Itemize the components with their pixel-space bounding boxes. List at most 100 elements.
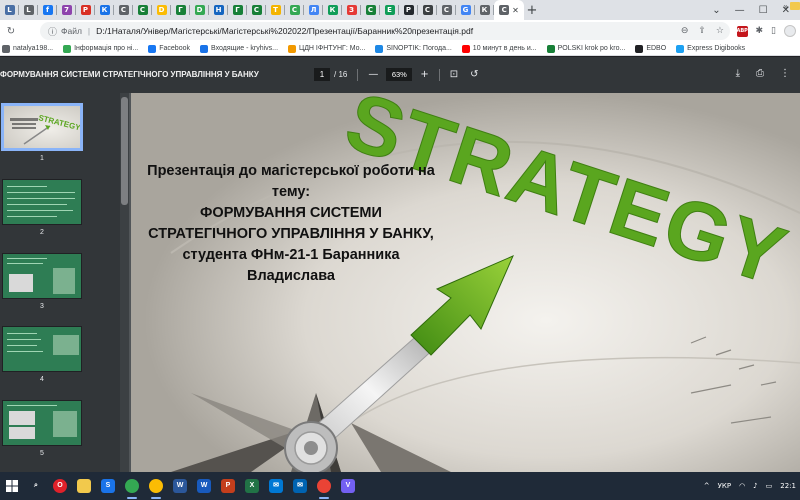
- avatar[interactable]: [784, 25, 796, 37]
- browser-tab-active[interactable]: С ✕: [494, 0, 524, 20]
- thumbnail-image[interactable]: [2, 400, 82, 446]
- taskbar-app[interactable]: S: [96, 472, 120, 500]
- browser-tab[interactable]: С: [247, 0, 266, 20]
- taskbar-app[interactable]: ⌕: [24, 472, 48, 500]
- browser-tab[interactable]: D: [152, 0, 171, 20]
- browser-tab[interactable]: L: [0, 0, 19, 20]
- bookmark-favicon-icon: [635, 44, 644, 53]
- browser-tab[interactable]: G: [456, 0, 475, 20]
- browser-tab[interactable]: D: [190, 0, 209, 20]
- browser-tab[interactable]: Г: [171, 0, 190, 20]
- thumbnail-sidebar[interactable]: STRATEGY 1 2 3 4 5: [0, 93, 120, 472]
- browser-tab[interactable]: С: [437, 0, 456, 20]
- print-icon[interactable]: ⎙: [756, 68, 764, 79]
- clock[interactable]: 22:1: [780, 482, 796, 490]
- taskbar-app[interactable]: [312, 472, 336, 500]
- bookmark-item[interactable]: EDBO: [635, 44, 666, 53]
- taskbar-app[interactable]: P: [216, 472, 240, 500]
- share-icon[interactable]: ⇪: [698, 26, 706, 36]
- zoom-out-icon[interactable]: —: [368, 69, 378, 80]
- thumbnail-image[interactable]: [2, 253, 82, 299]
- taskbar-app[interactable]: ✉: [288, 472, 312, 500]
- browser-tab[interactable]: С: [114, 0, 133, 20]
- start-button[interactable]: [0, 472, 24, 500]
- zoom-icon[interactable]: ⊖: [681, 26, 689, 36]
- browser-tab[interactable]: С: [285, 0, 304, 20]
- rotate-icon[interactable]: ↺: [470, 69, 478, 80]
- classroom-icon: C: [137, 5, 148, 15]
- browser-tab[interactable]: f: [38, 0, 57, 20]
- browser-tab[interactable]: C: [133, 0, 152, 20]
- fit-to-page-icon[interactable]: ⊡: [450, 69, 458, 80]
- thumbnail-page-5[interactable]: 5: [1, 400, 83, 457]
- taskbar-app[interactable]: O: [48, 472, 72, 500]
- browser-tab[interactable]: Л: [304, 0, 323, 20]
- extensions-icon[interactable]: ✱: [756, 26, 764, 36]
- browser-tab[interactable]: З: [342, 0, 361, 20]
- browser-tab[interactable]: Г: [228, 0, 247, 20]
- browser-tab[interactable]: L: [19, 0, 38, 20]
- bookmarks-folder-icon[interactable]: [790, 2, 800, 10]
- taskbar-app[interactable]: [72, 472, 96, 500]
- taskbar-app[interactable]: X: [240, 472, 264, 500]
- more-options-icon[interactable]: ⋮: [780, 68, 790, 79]
- thumbnail-page-4[interactable]: 4: [1, 326, 83, 383]
- taskbar-app[interactable]: W: [192, 472, 216, 500]
- browser-tab[interactable]: С: [361, 0, 380, 20]
- minimize-icon[interactable]: —: [735, 5, 745, 16]
- zoom-level-input[interactable]: 63%: [386, 68, 413, 81]
- adblock-icon[interactable]: ABP: [736, 25, 748, 37]
- battery-icon[interactable]: ▭: [766, 482, 773, 490]
- thumbnail-page-1[interactable]: STRATEGY 1: [1, 103, 83, 162]
- taskbar-app[interactable]: W: [168, 472, 192, 500]
- browser-tab[interactable]: К: [95, 0, 114, 20]
- bookmark-item[interactable]: 10 минут в день и...: [461, 44, 537, 53]
- close-tab-icon[interactable]: ✕: [512, 6, 519, 15]
- tray-chevron-icon[interactable]: ^: [704, 482, 710, 490]
- address-bar[interactable]: ⓘ Файл | D:/1Наталя/Універ/Магістерські/…: [40, 22, 730, 40]
- url-text[interactable]: D:/1Наталя/Універ/Магістерські/Магістерс…: [96, 26, 473, 36]
- bookmark-item[interactable]: ЦДН ІФНТУНГ: Мо...: [288, 44, 365, 53]
- browser-tab[interactable]: 7: [57, 0, 76, 20]
- sidebar-scrollbar-thumb[interactable]: [121, 97, 128, 205]
- browser-tab[interactable]: К: [475, 0, 494, 20]
- wifi-icon[interactable]: ◠: [739, 482, 745, 490]
- tab-search-icon[interactable]: ⌄: [712, 5, 720, 16]
- bookmarks-more-icon[interactable]: »: [784, 2, 788, 11]
- taskbar-app[interactable]: [144, 472, 168, 500]
- new-tab-button[interactable]: +: [524, 3, 540, 18]
- bookmark-item[interactable]: POLSKI krok po kro...: [546, 44, 625, 53]
- page-number-input[interactable]: 1: [314, 68, 330, 81]
- bookmark-item[interactable]: Facebook: [148, 44, 190, 53]
- taskbar-app[interactable]: ✉: [264, 472, 288, 500]
- bookmark-item[interactable]: Інформація про ні...: [63, 44, 138, 53]
- bookmark-item[interactable]: Входящие - kryhivs...: [199, 44, 278, 53]
- browser-tab[interactable]: С: [418, 0, 437, 20]
- thumbnail-page-2[interactable]: 2: [1, 179, 83, 236]
- browser-tab[interactable]: Е: [380, 0, 399, 20]
- bookmark-item[interactable]: SINOPTIK: Погода...: [375, 44, 452, 53]
- thumbnail-image[interactable]: STRATEGY: [1, 103, 83, 151]
- browser-tab[interactable]: Н: [209, 0, 228, 20]
- browser-tab[interactable]: К: [323, 0, 342, 20]
- pdf-icon: P: [80, 5, 91, 15]
- taskbar-app[interactable]: [120, 472, 144, 500]
- info-icon[interactable]: ⓘ: [48, 25, 57, 38]
- bookmark-star-icon[interactable]: ☆: [716, 26, 724, 36]
- taskbar-app[interactable]: V: [336, 472, 360, 500]
- browser-tab[interactable]: Т: [266, 0, 285, 20]
- thumbnail-image[interactable]: [2, 179, 82, 225]
- maximize-icon[interactable]: ☐: [759, 5, 768, 16]
- download-icon[interactable]: ⤓: [736, 68, 740, 79]
- bookmark-item[interactable]: Express Digibooks: [676, 44, 745, 53]
- sidepanel-icon[interactable]: ▯: [771, 26, 776, 36]
- language-indicator[interactable]: УКР: [718, 482, 731, 490]
- browser-tab[interactable]: Р: [399, 0, 418, 20]
- thumbnail-page-3[interactable]: 3: [1, 253, 83, 310]
- browser-tab[interactable]: P: [76, 0, 95, 20]
- bookmark-item[interactable]: natalya198...: [2, 44, 53, 53]
- volume-icon[interactable]: ♪: [753, 482, 757, 490]
- zoom-in-icon[interactable]: +: [420, 69, 428, 80]
- reload-icon[interactable]: ↻: [2, 26, 20, 37]
- thumbnail-image[interactable]: [2, 326, 82, 372]
